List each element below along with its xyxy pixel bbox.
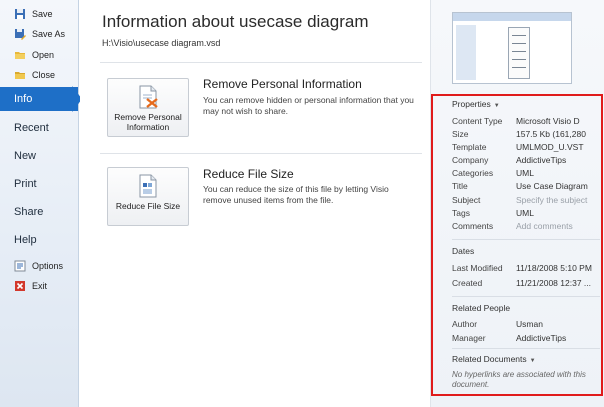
- highlight-box: [431, 94, 603, 396]
- thumbnail-line: [512, 43, 526, 44]
- document-remove-icon: [139, 85, 158, 109]
- reduce-file-size-description: You can reduce the size of this file by …: [203, 184, 389, 205]
- nav-info-label: Info: [14, 93, 33, 105]
- nav-print-label: Print: [14, 178, 37, 190]
- nav-close-label: Close: [32, 70, 56, 80]
- nav-info[interactable]: Info: [0, 87, 78, 111]
- close-folder-icon: [15, 72, 25, 79]
- thumbnail-line: [512, 51, 526, 52]
- thumbnail-line: [512, 35, 526, 36]
- nav-exit[interactable]: Exit: [0, 277, 79, 295]
- open-folder-icon: [15, 52, 25, 59]
- nav-open-label: Open: [32, 50, 55, 60]
- thumbnail-ribbon: [453, 13, 571, 21]
- remove-personal-info-description: You can remove hidden or personal inform…: [203, 95, 414, 116]
- backstage-nav: Save Save As Open Close Info Recent New …: [0, 0, 82, 407]
- save-as-icon: [15, 29, 26, 40]
- info-main-panel: Information about usecase diagram H:\Vis…: [80, 0, 430, 407]
- nav-exit-label: Exit: [32, 281, 48, 291]
- nav-new[interactable]: New: [0, 144, 79, 168]
- document-thumbnail[interactable]: [452, 12, 572, 84]
- options-icon: [14, 260, 26, 272]
- save-icon: [15, 9, 25, 19]
- nav-save[interactable]: Save: [0, 5, 79, 23]
- nav-save-label: Save: [32, 9, 53, 19]
- nav-recent-label: Recent: [14, 122, 49, 134]
- page-title: Information about usecase diagram: [102, 12, 369, 31]
- nav-print[interactable]: Print: [0, 172, 79, 196]
- exit-icon: [15, 281, 25, 291]
- file-path: H:\Visio\usecase diagram.vsd: [102, 38, 221, 48]
- remove-personal-info-button-label: Remove Personal Information: [114, 112, 182, 132]
- nav-recent[interactable]: Recent: [0, 116, 79, 140]
- nav-save-as-label: Save As: [32, 29, 66, 39]
- remove-personal-info-title: Remove Personal Information: [203, 77, 362, 91]
- nav-help[interactable]: Help: [0, 228, 79, 252]
- reduce-file-size-button[interactable]: Reduce File Size: [107, 167, 189, 226]
- nav-save-as[interactable]: Save As: [0, 25, 79, 43]
- nav-options[interactable]: Options: [0, 257, 79, 275]
- nav-help-label: Help: [14, 234, 37, 246]
- nav-close[interactable]: Close: [0, 66, 79, 84]
- reduce-file-size-button-label: Reduce File Size: [115, 201, 181, 211]
- thumbnail-line: [512, 67, 526, 68]
- nav-share[interactable]: Share: [0, 200, 79, 224]
- reduce-file-size-title: Reduce File Size: [203, 167, 294, 181]
- nav-new-label: New: [14, 150, 37, 162]
- nav-options-label: Options: [32, 261, 64, 271]
- nav-open[interactable]: Open: [0, 46, 79, 64]
- thumbnail-line: [512, 59, 526, 60]
- nav-share-label: Share: [14, 206, 44, 218]
- divider: [100, 153, 422, 154]
- remove-personal-info-button[interactable]: Remove Personal Information: [107, 78, 189, 137]
- divider: [100, 62, 422, 63]
- thumbnail-shapes-pane: [456, 25, 476, 80]
- reduce-size-icon: [139, 174, 157, 198]
